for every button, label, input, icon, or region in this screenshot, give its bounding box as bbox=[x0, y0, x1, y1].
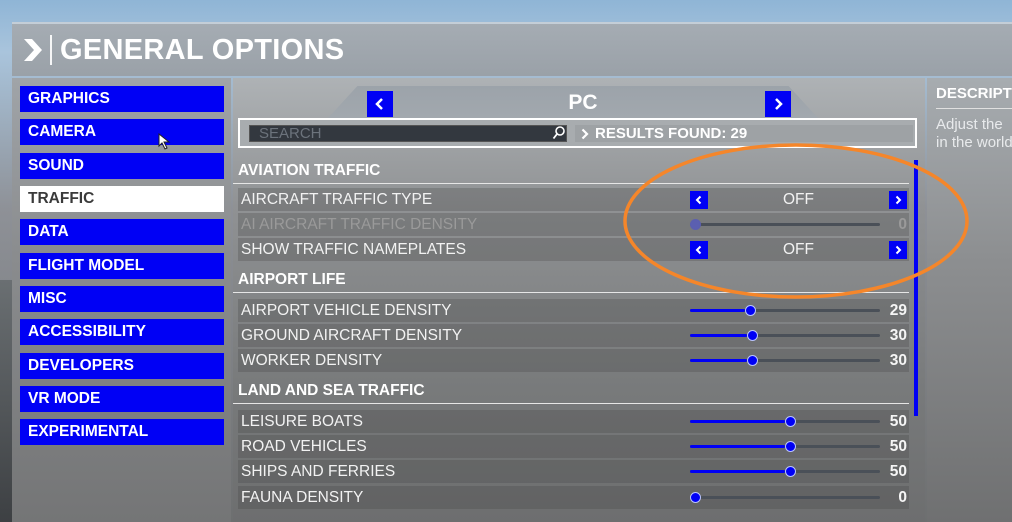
mouse-cursor-icon bbox=[158, 133, 171, 150]
sidebar-item-camera[interactable]: CAMERA bbox=[20, 119, 224, 145]
slider-value: 50 bbox=[889, 412, 907, 430]
slider-fill bbox=[690, 359, 747, 362]
slider[interactable] bbox=[690, 416, 880, 427]
setting-label: SHIPS AND FERRIES bbox=[241, 462, 396, 480]
slider-knob[interactable] bbox=[747, 355, 758, 366]
slider[interactable] bbox=[690, 492, 880, 503]
setting-label: GROUND AIRCRAFT DENSITY bbox=[241, 326, 463, 344]
toggle-next-button[interactable] bbox=[889, 241, 907, 259]
slider-knob[interactable] bbox=[747, 330, 758, 341]
setting-worker-density: WORKER DENSITY 30 bbox=[238, 349, 909, 372]
setting-label: AIRCRAFT TRAFFIC TYPE bbox=[241, 190, 433, 208]
slider[interactable] bbox=[690, 330, 880, 341]
section-airport-life: AIRPORT LIFE bbox=[233, 267, 909, 293]
setting-label: LEISURE BOATS bbox=[241, 412, 364, 430]
results-count: RESULTS FOUND: 29 bbox=[575, 125, 913, 142]
sidebar: GRAPHICS CAMERA SOUND TRAFFIC DATA FLIGH… bbox=[12, 78, 231, 522]
setting-label: AI AIRCRAFT TRAFFIC DENSITY bbox=[241, 215, 478, 233]
slider-value: 50 bbox=[889, 462, 907, 480]
description-title: DESCRIPTION bbox=[936, 85, 1012, 109]
chevron-left-icon bbox=[695, 245, 702, 255]
slider-knob[interactable] bbox=[785, 441, 796, 452]
setting-ships-and-ferries: SHIPS AND FERRIES 50 bbox=[238, 460, 909, 483]
chevron-right-icon bbox=[895, 195, 902, 205]
setting-airport-vehicle-density: AIRPORT VEHICLE DENSITY 29 bbox=[238, 299, 909, 322]
description-line: in the world bbox=[936, 134, 1012, 151]
setting-label: AIRPORT VEHICLE DENSITY bbox=[241, 301, 452, 319]
slider-value: 0 bbox=[898, 215, 907, 233]
chevron-right-icon bbox=[775, 98, 783, 110]
setting-road-vehicles: ROAD VEHICLES 50 bbox=[238, 435, 909, 458]
platform-next-button[interactable] bbox=[765, 91, 791, 117]
section-aviation-traffic: AVIATION TRAFFIC bbox=[233, 158, 909, 184]
section-land-and-sea-traffic: LAND AND SEA TRAFFIC bbox=[233, 378, 909, 404]
slider-fill bbox=[690, 334, 747, 337]
sidebar-item-accessibility[interactable]: ACCESSIBILITY bbox=[20, 319, 224, 345]
slider-value: 30 bbox=[889, 351, 907, 369]
slider-value: 0 bbox=[898, 488, 907, 506]
slider-knob[interactable] bbox=[745, 305, 757, 316]
sidebar-item-experimental[interactable]: EXPERIMENTAL bbox=[20, 419, 224, 445]
slider-fill bbox=[690, 420, 785, 423]
setting-ground-aircraft-density: GROUND AIRCRAFT DENSITY 30 bbox=[238, 324, 909, 347]
setting-ai-aircraft-traffic-density: AI AIRCRAFT TRAFFIC DENSITY 0 bbox=[238, 213, 909, 236]
sidebar-item-traffic[interactable]: TRAFFIC bbox=[20, 186, 224, 212]
title-divider bbox=[50, 35, 52, 65]
toggle-next-button[interactable] bbox=[889, 191, 907, 209]
setting-label: SHOW TRAFFIC NAMEPLATES bbox=[241, 240, 467, 258]
slider-knob[interactable] bbox=[785, 466, 796, 477]
description-panel: DESCRIPTION Adjust the in the world bbox=[927, 78, 1012, 522]
results-label: RESULTS FOUND: 29 bbox=[595, 125, 748, 142]
slider-fill bbox=[690, 445, 785, 448]
platform-prev-button[interactable] bbox=[367, 91, 393, 117]
slider-value: 29 bbox=[889, 301, 907, 319]
slider-knob[interactable] bbox=[690, 219, 701, 230]
sidebar-item-developers[interactable]: DEVELOPERS bbox=[20, 353, 224, 379]
chevron-right-icon bbox=[581, 128, 589, 140]
description-line: Adjust the bbox=[936, 116, 1003, 133]
slider-knob[interactable] bbox=[690, 492, 701, 503]
sidebar-item-flight-model[interactable]: FLIGHT MODEL bbox=[20, 253, 224, 279]
settings-panel: PC RESULTS FOUND: 29 AVIATION TRAFFIC AI… bbox=[233, 78, 925, 522]
slider[interactable] bbox=[690, 466, 880, 477]
chevron-left-icon bbox=[695, 195, 702, 205]
setting-leisure-boats: LEISURE BOATS 50 bbox=[238, 410, 909, 433]
slider-fill bbox=[690, 470, 785, 473]
chevron-right-icon bbox=[22, 35, 46, 65]
setting-fauna-density: FAUNA DENSITY 0 bbox=[238, 486, 909, 509]
slider-fill bbox=[690, 309, 746, 312]
toggle-value: OFF bbox=[783, 240, 814, 258]
search-input[interactable] bbox=[249, 125, 567, 142]
slider-knob[interactable] bbox=[785, 416, 796, 427]
sidebar-item-misc[interactable]: MISC bbox=[20, 286, 224, 312]
platform-label: PC bbox=[568, 91, 598, 114]
search-icon[interactable] bbox=[552, 125, 566, 141]
page-title: GENERAL OPTIONS bbox=[60, 33, 345, 66]
scrollbar[interactable] bbox=[914, 160, 918, 416]
setting-label: ROAD VEHICLES bbox=[241, 437, 367, 455]
description-text: Adjust the in the world bbox=[936, 116, 1012, 152]
setting-label: FAUNA DENSITY bbox=[241, 488, 364, 506]
chevron-left-icon bbox=[375, 98, 383, 110]
slider[interactable] bbox=[690, 441, 880, 452]
slider[interactable] bbox=[690, 219, 880, 230]
search-bar: RESULTS FOUND: 29 bbox=[238, 118, 917, 148]
sidebar-item-graphics[interactable]: GRAPHICS bbox=[20, 86, 224, 112]
slider-value: 50 bbox=[889, 437, 907, 455]
sidebar-item-sound[interactable]: SOUND bbox=[20, 153, 224, 179]
setting-aircraft-traffic-type: AIRCRAFT TRAFFIC TYPE OFF bbox=[238, 188, 909, 211]
setting-label: WORKER DENSITY bbox=[241, 351, 383, 369]
slider[interactable] bbox=[690, 305, 880, 316]
sidebar-item-vr-mode[interactable]: VR MODE bbox=[20, 386, 224, 412]
toggle-prev-button[interactable] bbox=[690, 241, 708, 259]
setting-show-traffic-nameplates: SHOW TRAFFIC NAMEPLATES OFF bbox=[238, 238, 909, 261]
sidebar-item-data[interactable]: DATA bbox=[20, 219, 224, 245]
toggle-value: OFF bbox=[783, 190, 814, 208]
title-bar: GENERAL OPTIONS bbox=[12, 22, 1012, 76]
slider-value: 30 bbox=[889, 326, 907, 344]
toggle-prev-button[interactable] bbox=[690, 191, 708, 209]
slider[interactable] bbox=[690, 355, 880, 366]
chevron-right-icon bbox=[895, 245, 902, 255]
